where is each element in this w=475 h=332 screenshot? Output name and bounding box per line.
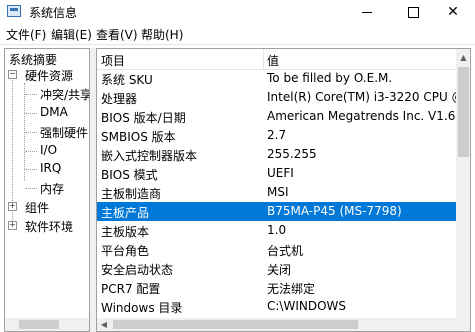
menu-view[interactable]: 查看(V) — [96, 26, 138, 43]
list-header: 项目 值 — [97, 49, 457, 70]
menu-bar: 文件(F) 编辑(E) 查看(V) 帮助(H) — [0, 24, 475, 45]
row-name: 系统 SKU — [101, 73, 153, 87]
window-title: 系统信息 — [29, 6, 78, 20]
table-row[interactable]: 安全启动状态 关闭 — [97, 259, 457, 278]
tree-item-dma[interactable]: DMA — [40, 105, 68, 119]
minimize-icon — [362, 11, 372, 13]
table-row[interactable]: 处理器 Intel(R) Core(TM) i3-3220 CPU @ 3.3 — [97, 88, 470, 107]
scrollbar-thumb[interactable] — [458, 67, 469, 157]
details-list[interactable]: 项目 值 系统 SKU To be filled by O.E.M. 处理器 I… — [96, 48, 471, 332]
row-name: 主板产品 — [101, 206, 150, 220]
table-row[interactable]: BIOS 模式 UEFI — [97, 164, 457, 183]
tree-guide-line — [12, 71, 13, 221]
tree-expand-icon[interactable]: + — [8, 202, 17, 211]
row-value: B75MA-P45 (MS-7798) — [267, 204, 402, 218]
tree-guide-line — [25, 113, 37, 114]
row-value: 台式机 — [267, 244, 304, 258]
row-value: 255.255 — [267, 147, 317, 161]
tree-item-software-environment[interactable]: 软件环境 — [25, 218, 73, 235]
tree-guide-line — [25, 169, 37, 170]
scrollbar-thumb[interactable] — [113, 320, 358, 329]
close-button[interactable]: ✕ — [430, 0, 475, 24]
table-row[interactable]: 平台角色 台式机 — [97, 240, 457, 259]
tree-item-memory[interactable]: 内存 — [40, 180, 64, 197]
tree-collapse-icon[interactable]: − — [8, 70, 17, 79]
row-value: 关闭 — [267, 263, 292, 277]
row-value: To be filled by O.E.M. — [267, 71, 393, 85]
row-name: 处理器 — [101, 92, 138, 106]
table-row[interactable]: 主板制造商 MSI — [97, 183, 457, 202]
row-name: SMBIOS 版本 — [101, 130, 176, 144]
row-name: PCR7 配置 — [101, 282, 161, 296]
row-name: 平台角色 — [101, 244, 150, 258]
table-row[interactable]: 主板版本 1.0 — [97, 221, 457, 240]
row-name: 嵌入式控制器版本 — [101, 149, 198, 163]
column-header-value[interactable]: 值 — [267, 52, 279, 69]
tree-item-hardware-resources[interactable]: 硬件资源 — [25, 67, 73, 84]
table-row[interactable]: 系统 SKU To be filled by O.E.M. — [97, 69, 457, 88]
row-value: Intel(R) Core(TM) i3-3220 CPU @ 3.3 — [267, 90, 471, 104]
row-name: 主板版本 — [101, 225, 150, 239]
tree-item-components[interactable]: 组件 — [25, 199, 49, 216]
tree-guide-line — [25, 132, 37, 133]
close-icon: ✕ — [447, 4, 459, 20]
tree-guide-line — [25, 94, 37, 95]
row-name: BIOS 模式 — [101, 168, 158, 182]
vertical-scrollbar[interactable]: ▲ — [456, 49, 470, 331]
tree-item-system-summary[interactable]: 系统摘要 — [9, 51, 57, 68]
tree-guide-line — [25, 188, 37, 189]
scroll-up-icon[interactable]: ▲ — [456, 49, 470, 66]
system-info-window: 系统信息 ✕ 文件(F) 编辑(E) 查看(V) 帮助(H) 系统摘要 − 硬件… — [0, 0, 475, 332]
category-tree[interactable]: 系统摘要 − 硬件资源 冲突/共享 DMA 强制硬件 I/O IRQ 内存 + … — [4, 48, 90, 332]
tree-item-conflicts[interactable]: 冲突/共享 — [40, 86, 89, 103]
system-info-app-icon — [7, 5, 21, 17]
menu-edit[interactable]: 编辑(E) — [51, 26, 92, 43]
row-name: 主板制造商 — [101, 187, 162, 201]
row-value: MSI — [267, 185, 289, 199]
scrollbar-thumb[interactable] — [19, 320, 59, 329]
row-value: 1.0 — [267, 223, 287, 237]
tree-guide-line — [25, 151, 37, 152]
maximize-icon — [407, 6, 419, 18]
tree-item-io[interactable]: I/O — [40, 143, 57, 157]
row-value: American Megatrends Inc. V1.6, 201 — [267, 109, 471, 123]
table-row[interactable]: PCR7 配置 无法绑定 — [97, 278, 457, 297]
column-divider[interactable] — [263, 49, 264, 69]
table-row[interactable]: Windows 目录 C:\WINDOWS — [97, 297, 457, 316]
row-value: 无法绑定 — [267, 282, 316, 296]
row-value: 2.7 — [267, 128, 287, 142]
horizontal-scrollbar[interactable]: ◀ — [97, 318, 456, 331]
table-row[interactable]: 嵌入式控制器版本 255.255 — [97, 145, 457, 164]
table-row[interactable]: SMBIOS 版本 2.7 — [97, 126, 457, 145]
title-bar[interactable]: 系统信息 ✕ — [0, 0, 475, 24]
row-value: C:\WINDOWS — [267, 299, 347, 313]
tree-item-irq[interactable]: IRQ — [40, 161, 61, 175]
row-value: UEFI — [267, 166, 294, 180]
menu-file[interactable]: 文件(F) — [6, 26, 46, 43]
tree-horizontal-scrollbar[interactable] — [5, 318, 89, 331]
column-header-item[interactable]: 项目 — [101, 52, 125, 69]
table-row[interactable]: BIOS 版本/日期 American Megatrends Inc. V1.6… — [97, 107, 470, 126]
table-row-selected[interactable]: 主板产品 B75MA-P45 (MS-7798) — [97, 202, 457, 221]
tree-item-forced-hardware[interactable]: 强制硬件 — [40, 124, 88, 141]
row-name: BIOS 版本/日期 — [101, 111, 186, 125]
row-name: 安全启动状态 — [101, 263, 174, 277]
menu-help[interactable]: 帮助(H) — [141, 26, 183, 43]
minimize-button[interactable] — [344, 0, 390, 24]
row-name: Windows 目录 — [101, 301, 183, 315]
scroll-left-icon[interactable]: ◀ — [97, 318, 111, 331]
tree-expand-icon[interactable]: + — [8, 221, 17, 230]
